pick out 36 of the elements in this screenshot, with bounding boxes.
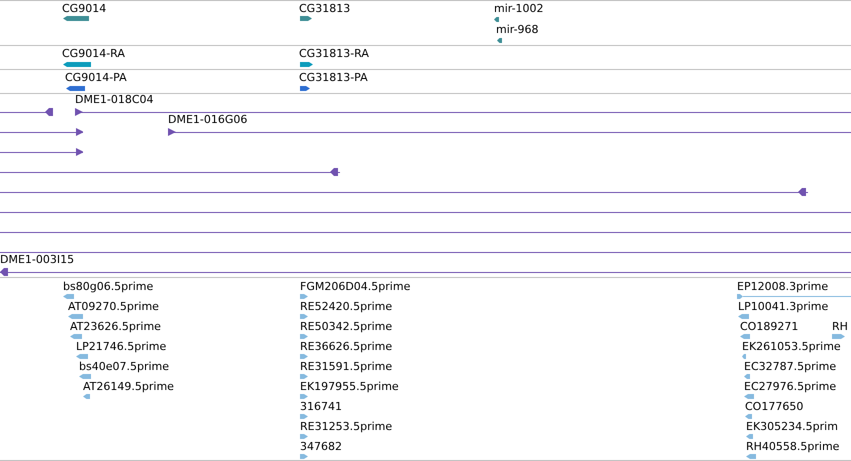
feature-label: mir-968 <box>496 23 539 36</box>
feature-label: 347682 <box>300 440 342 453</box>
feature-label: CO177650 <box>745 400 804 413</box>
feature-label: RE50342.5prime <box>300 320 392 333</box>
feature-label: CG31813 <box>299 2 350 15</box>
feature-label: CO189271 <box>740 320 798 333</box>
feature-label: CG9014 <box>62 2 106 15</box>
feature-label: CG31813-RA <box>299 47 369 60</box>
feature-label: DME1-016G06 <box>168 113 248 126</box>
feature-label: RE31591.5prime <box>300 360 392 373</box>
feature-label: DME1-003I15 <box>0 253 74 266</box>
feature-label: FGM206D04.5prime <box>300 280 410 293</box>
feature-label: AT26149.5prime <box>83 380 174 393</box>
feature-label: EK197955.5prime <box>300 380 399 393</box>
feature-label: EP12008.3prime <box>737 280 828 293</box>
feature-label: EK305234.5prim <box>746 420 838 433</box>
feature-label: LP10041.3prime <box>738 300 828 313</box>
feature-label: EK261053.5prime <box>742 340 841 353</box>
feature-label: RE52420.5prime <box>300 300 392 313</box>
feature-label: EC32787.5prime <box>744 360 836 373</box>
feature-label: AT09270.5prime <box>68 300 159 313</box>
feature-label: CG9014-PA <box>65 71 127 84</box>
feature-label: RE36626.5prime <box>300 340 392 353</box>
feature-label: LP21746.5prime <box>76 340 166 353</box>
feature-label: CG9014-RA <box>62 47 125 60</box>
feature-label: RE31253.5prime <box>300 420 392 433</box>
feature-label: AT23626.5prime <box>70 320 161 333</box>
feature-label: bs40e07.5prime <box>79 360 170 373</box>
feature-label: RH40558.5prime <box>746 440 840 453</box>
feature-label: 316741 <box>300 400 342 413</box>
feature-label: DME1-018C04 <box>75 93 154 106</box>
feature-label: bs80g06.5prime <box>63 280 154 293</box>
feature-label: CG31813-PA <box>299 71 368 84</box>
feature-label: EC27976.5prime <box>744 380 836 393</box>
feature-label: mir-1002 <box>494 2 544 15</box>
feature-label: RH <box>832 320 848 333</box>
